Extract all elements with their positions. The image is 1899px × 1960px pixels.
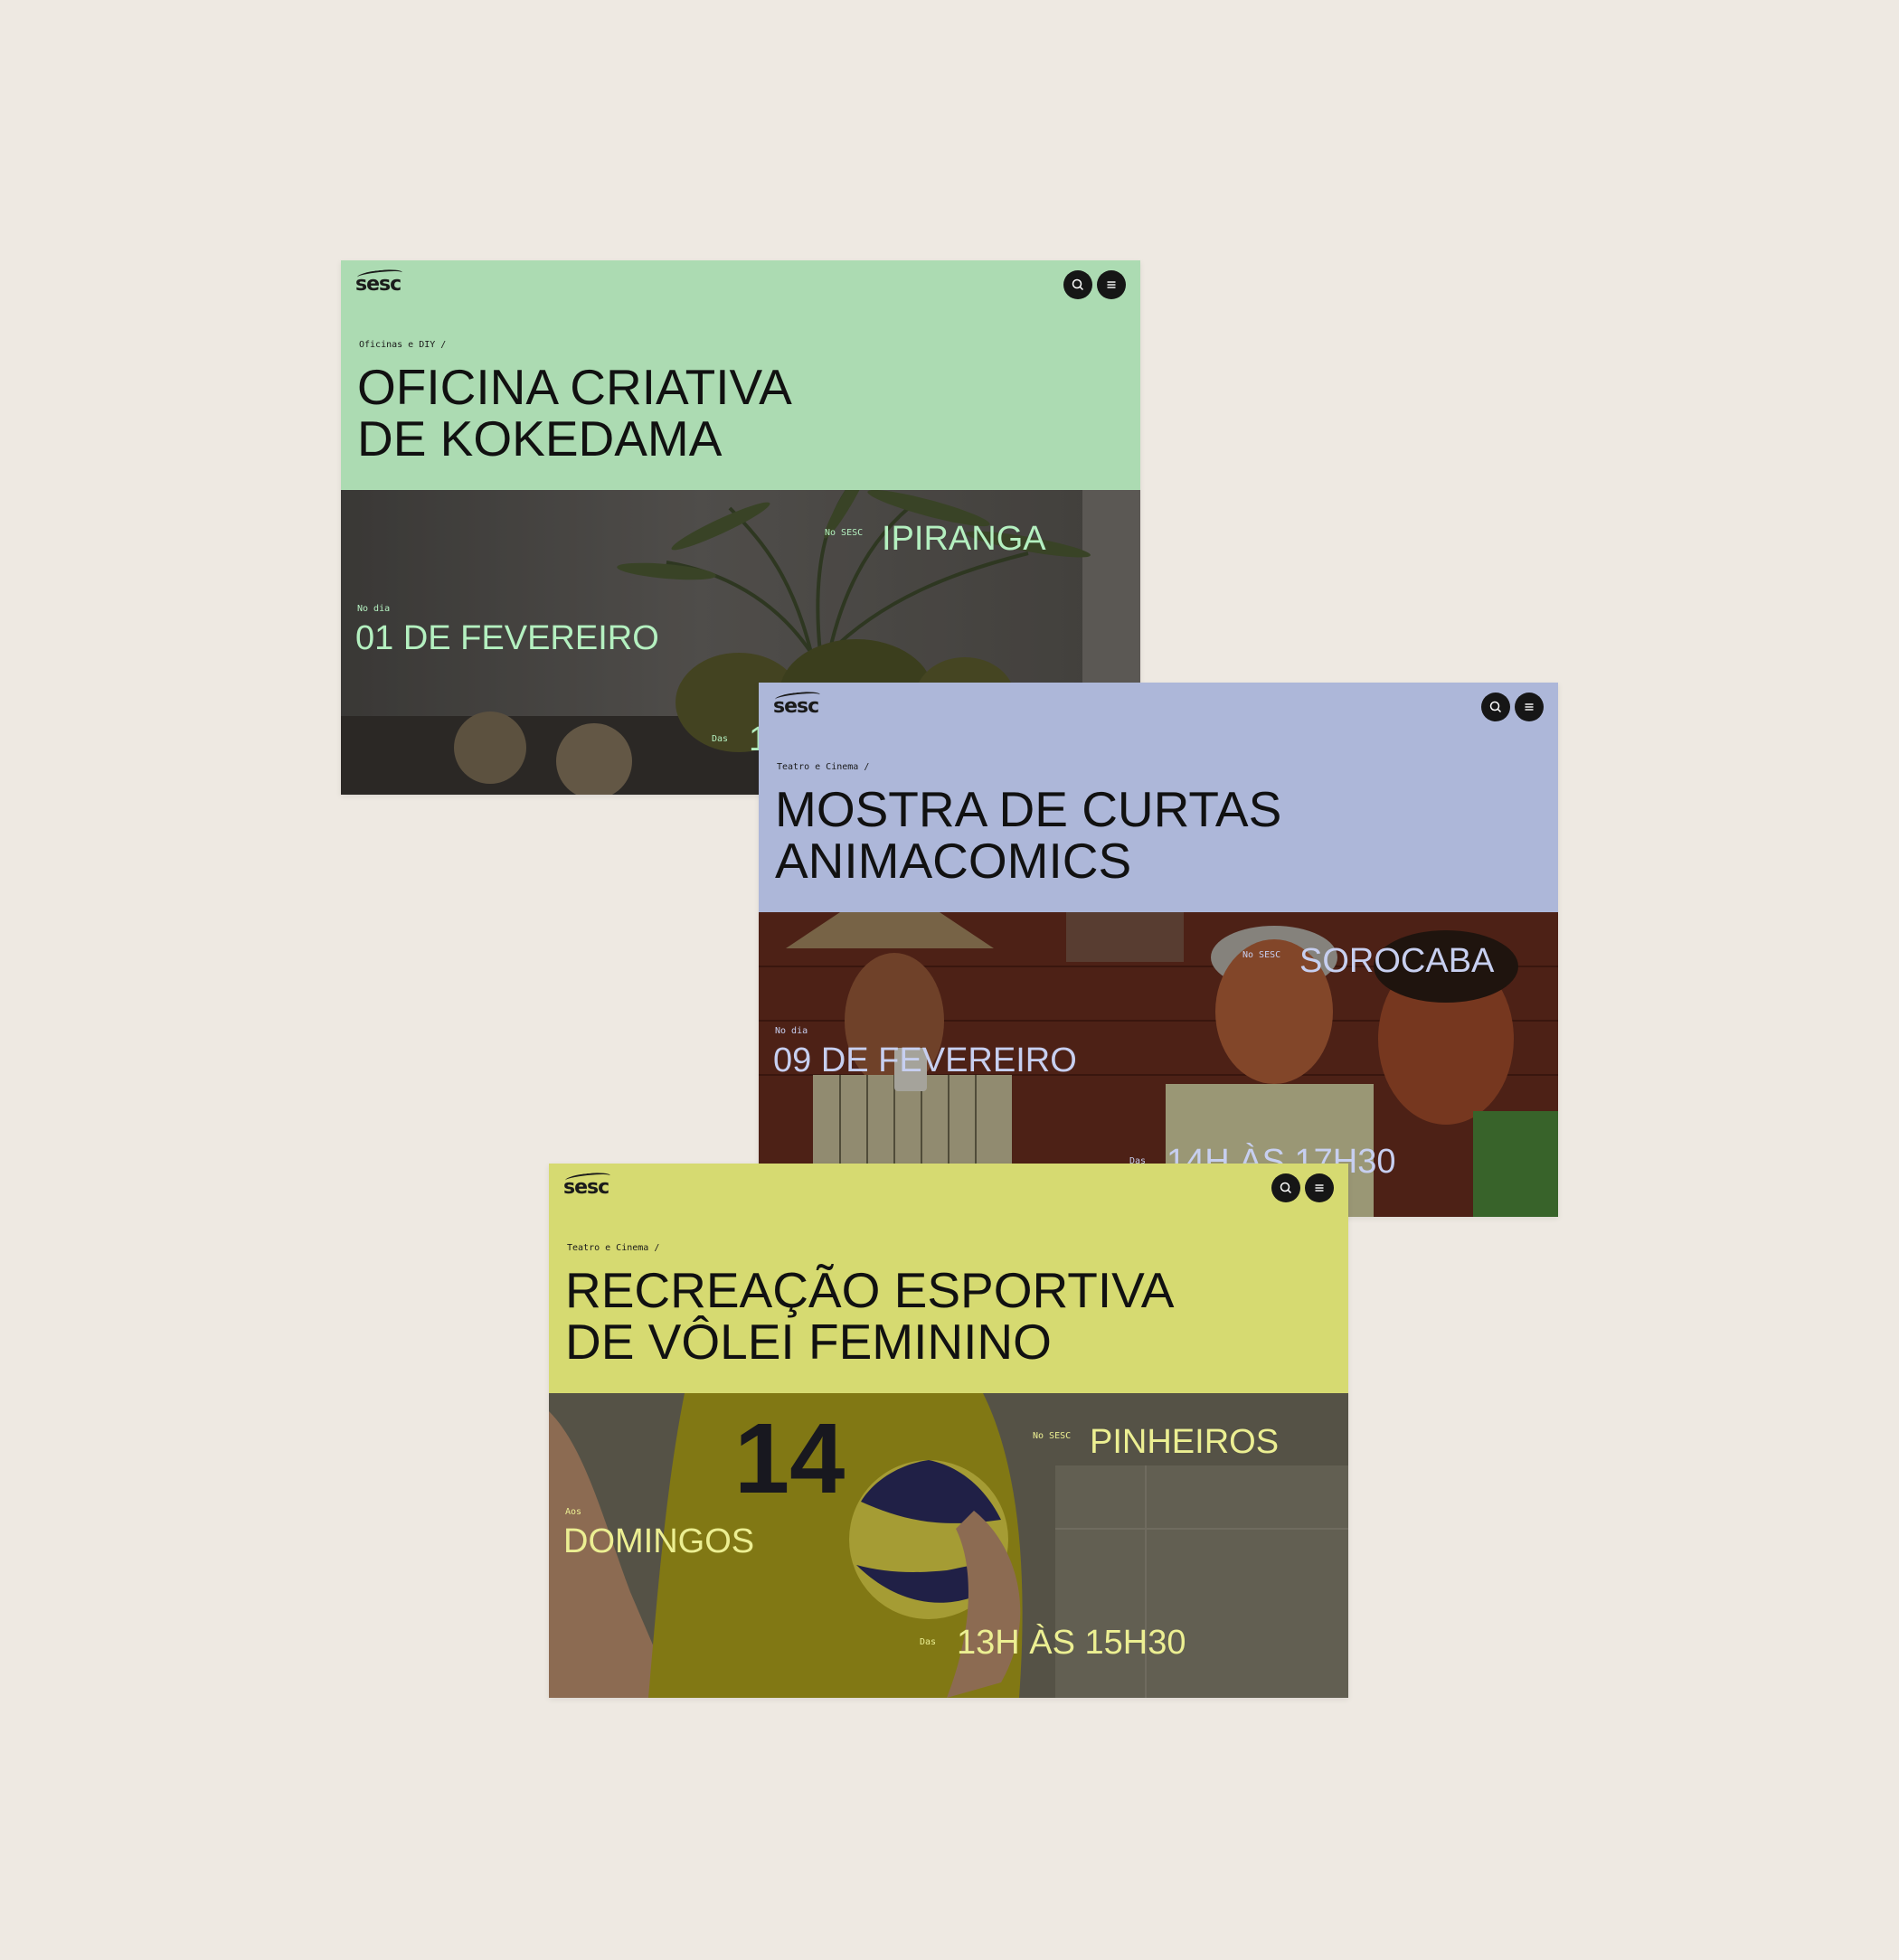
event-title: MOSTRA DE CURTAS ANIMACOMICS bbox=[775, 784, 1281, 887]
search-icon bbox=[1280, 1182, 1292, 1194]
title-line-1: MOSTRA DE CURTAS bbox=[775, 781, 1282, 837]
unit-label: No SESC bbox=[1033, 1431, 1072, 1441]
card-header: sesc Teatro e Cinema / RECREAÇÃO ESPORTI… bbox=[549, 1164, 1348, 1393]
title-line-2: DE KOKEDAMA bbox=[357, 410, 723, 466]
search-button[interactable] bbox=[1481, 693, 1510, 721]
search-button[interactable] bbox=[1063, 270, 1092, 299]
unit-name[interactable]: SOROCABA bbox=[1299, 943, 1494, 979]
card-header: sesc Oficinas e DIY / OFICINA CRIATIVA D… bbox=[341, 260, 1140, 490]
menu-button[interactable] bbox=[1515, 693, 1544, 721]
time-label: Das bbox=[712, 734, 729, 744]
date-label: No dia bbox=[357, 604, 391, 614]
event-time: 13H ÀS 15H30 bbox=[957, 1624, 1186, 1662]
menu-icon bbox=[1525, 703, 1534, 711]
breadcrumb[interactable]: Teatro e Cinema / bbox=[777, 762, 869, 772]
date-label: No dia bbox=[775, 1026, 808, 1036]
title-line-1: OFICINA CRIATIVA bbox=[357, 359, 792, 415]
event-title: OFICINA CRIATIVA DE KOKEDAMA bbox=[357, 362, 792, 465]
event-card-curtas[interactable]: sesc Teatro e Cinema / MOSTRA DE CURTAS … bbox=[759, 683, 1558, 1217]
unit-name[interactable]: PINHEIROS bbox=[1090, 1424, 1279, 1460]
title-line-1: RECREAÇÃO ESPORTIVA bbox=[565, 1262, 1175, 1318]
event-date: DOMINGOS bbox=[563, 1522, 755, 1560]
event-date: 09 DE FEVEREIRO bbox=[773, 1041, 1077, 1079]
menu-icon bbox=[1315, 1184, 1324, 1192]
search-icon bbox=[1072, 278, 1084, 291]
breadcrumb[interactable]: Teatro e Cinema / bbox=[567, 1243, 659, 1253]
time-label: Das bbox=[920, 1637, 937, 1647]
title-line-2: DE VÔLEI FEMININO bbox=[565, 1314, 1052, 1370]
event-photo: 14 No SESC PINHEIROS Aos DOMINGOS Das 13… bbox=[549, 1393, 1348, 1698]
search-button[interactable] bbox=[1271, 1173, 1300, 1202]
event-date: 01 DE FEVEREIRO bbox=[355, 619, 659, 657]
menu-button[interactable] bbox=[1097, 270, 1126, 299]
menu-button[interactable] bbox=[1305, 1173, 1334, 1202]
sesc-logo[interactable]: sesc bbox=[355, 273, 402, 296]
card-header: sesc Teatro e Cinema / MOSTRA DE CURTAS … bbox=[759, 683, 1558, 912]
breadcrumb[interactable]: Oficinas e DIY / bbox=[359, 340, 446, 350]
menu-icon bbox=[1107, 281, 1116, 288]
event-card-volei[interactable]: sesc Teatro e Cinema / RECREAÇÃO ESPORTI… bbox=[549, 1164, 1348, 1698]
title-line-2: ANIMACOMICS bbox=[775, 833, 1132, 889]
date-label: Aos bbox=[565, 1507, 582, 1517]
unit-label: No SESC bbox=[825, 528, 864, 538]
sesc-logo[interactable]: sesc bbox=[563, 1176, 609, 1199]
unit-name[interactable]: IPIRANGA bbox=[882, 521, 1046, 557]
event-title: RECREAÇÃO ESPORTIVA DE VÔLEI FEMININO bbox=[565, 1265, 1174, 1368]
sesc-logo[interactable]: sesc bbox=[773, 695, 819, 718]
unit-label: No SESC bbox=[1242, 950, 1281, 960]
search-icon bbox=[1489, 701, 1502, 713]
